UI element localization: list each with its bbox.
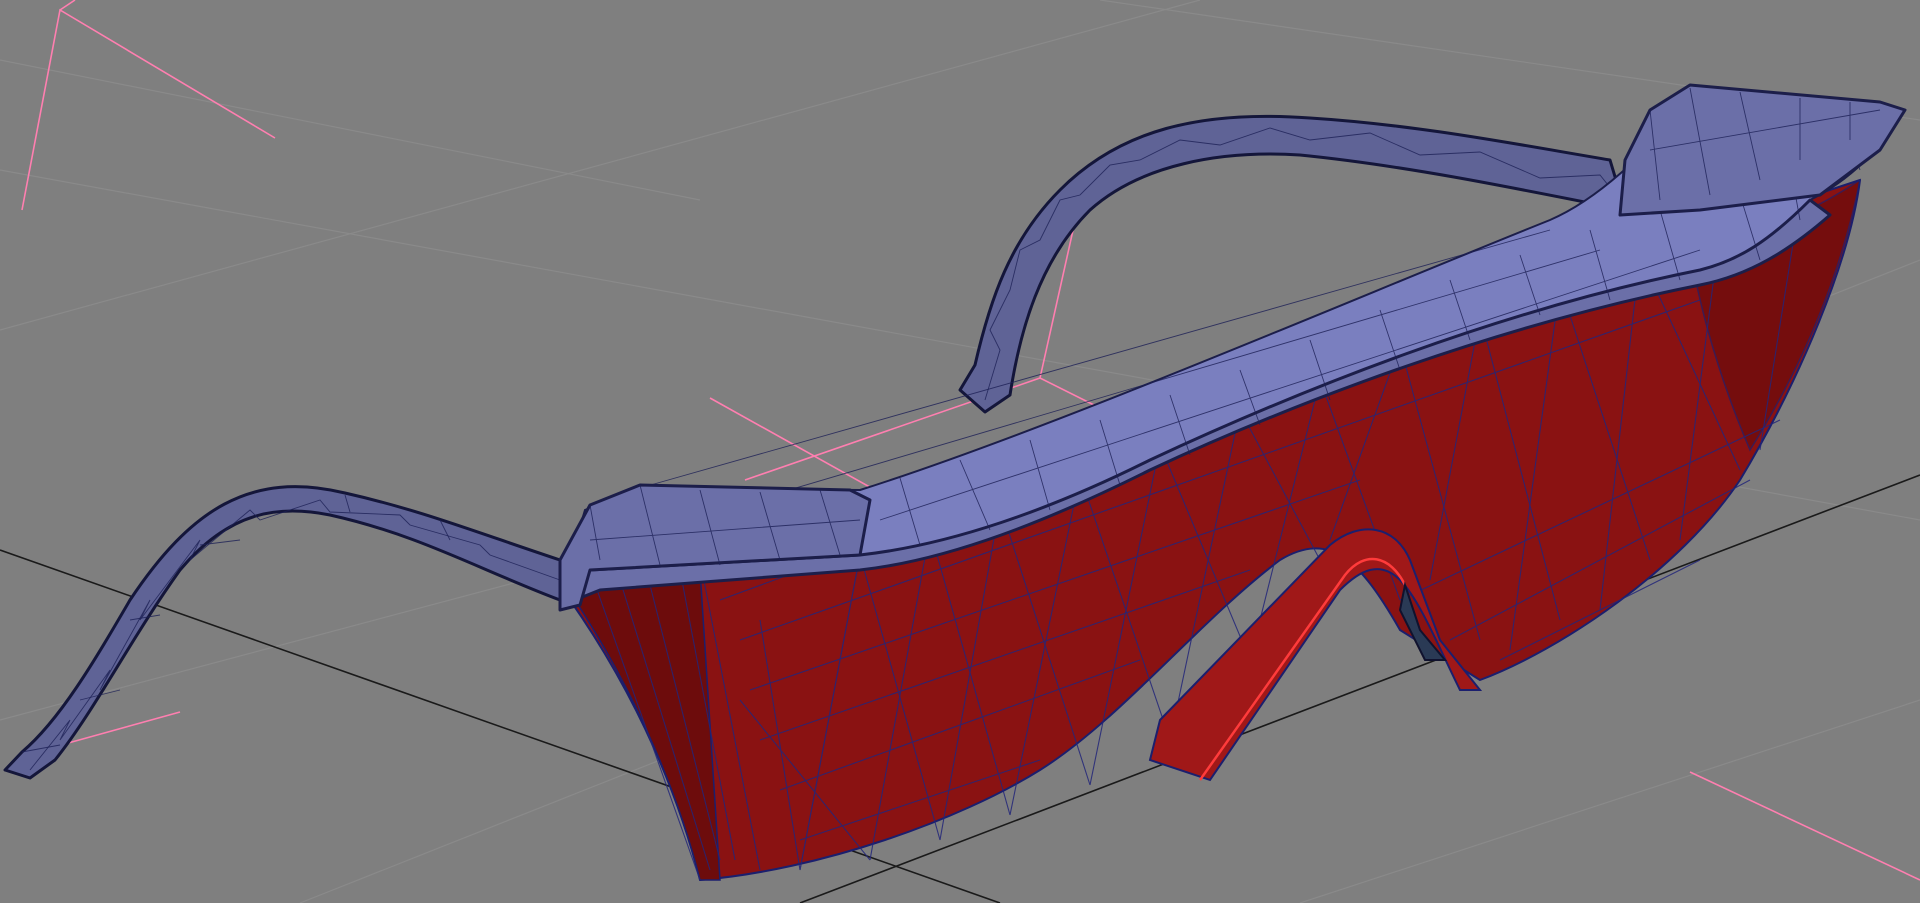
3d-viewport[interactable] [0,0,1920,903]
viewport-canvas[interactable] [0,0,1920,903]
right-hinge[interactable] [1618,83,1907,217]
left-temple-arm[interactable] [3,485,572,780]
